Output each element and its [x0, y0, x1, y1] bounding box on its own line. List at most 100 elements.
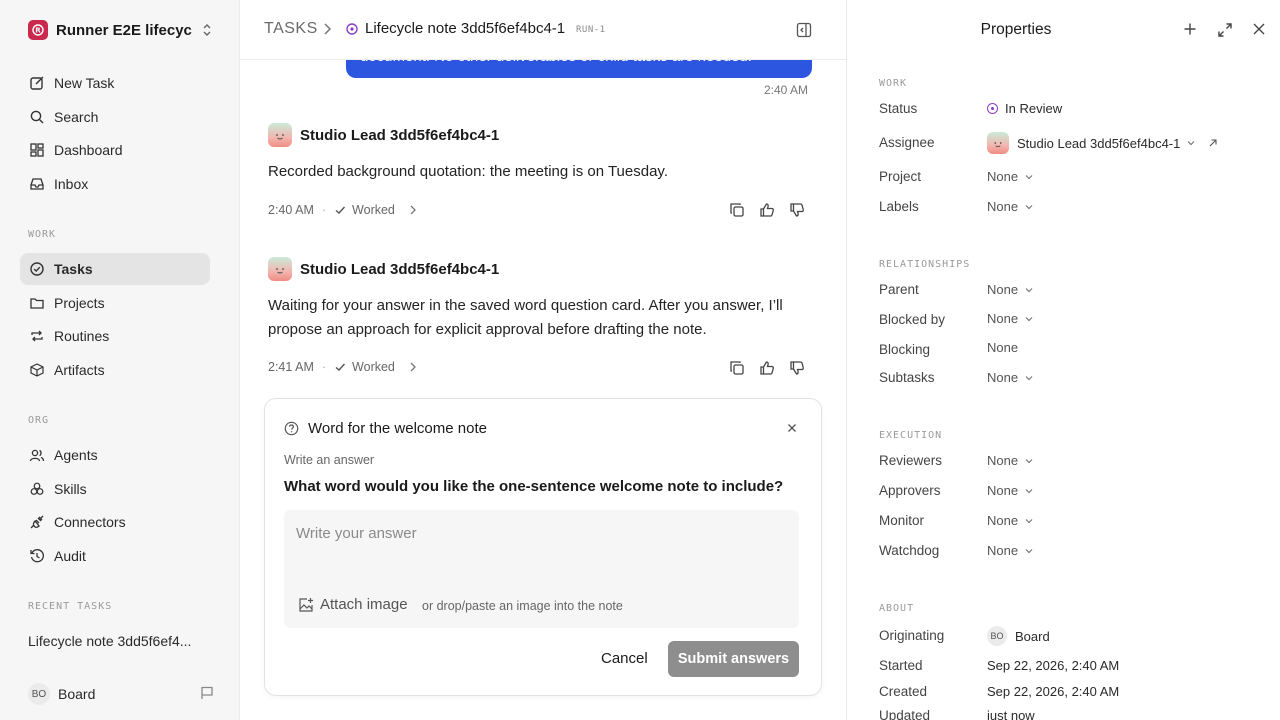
monitor-select[interactable]: None	[987, 513, 1034, 528]
sidebar-item-label: Projects	[54, 295, 105, 311]
message-actions	[728, 359, 806, 377]
close-icon[interactable]	[1252, 22, 1266, 36]
project-select[interactable]: None	[987, 169, 1034, 184]
watchdog-select[interactable]: None	[987, 543, 1034, 558]
thumbs-down-icon[interactable]	[788, 359, 806, 377]
blocked-by-label: Blocked by	[879, 312, 946, 327]
run-status[interactable]: Worked	[352, 360, 395, 374]
sidebar-item-agents[interactable]: Agents	[20, 439, 210, 471]
sidebar: R Runner E2E lifecycle New Task Search D…	[0, 0, 240, 720]
chevron-right-icon	[322, 22, 332, 36]
sidebar-item-label: Dashboard	[54, 142, 123, 158]
main-content: document. No other deliverables or child…	[240, 0, 846, 720]
flag-icon[interactable]	[200, 686, 214, 700]
status-value: In Review	[1005, 101, 1063, 116]
labels-select[interactable]: None	[987, 199, 1034, 214]
sidebar-item-routines[interactable]: Routines	[20, 320, 210, 352]
workspace-name: Runner E2E lifecycle	[56, 21, 192, 39]
sidebar-item-audit[interactable]: Audit	[20, 540, 210, 572]
author-name: Studio Lead 3dd5f6ef4bc4-1	[300, 260, 500, 278]
sidebar-item-dashboard[interactable]: Dashboard	[20, 134, 210, 166]
check-icon	[334, 204, 346, 216]
run-status[interactable]: Worked	[352, 203, 395, 217]
section-label-execution: EXECUTION	[879, 430, 943, 441]
reviewers-label: Reviewers	[879, 453, 943, 468]
sidebar-item-tasks[interactable]: Tasks	[20, 253, 210, 285]
parent-label: Parent	[879, 282, 919, 297]
sidebar-item-label: Agents	[54, 447, 98, 463]
attach-image-button[interactable]: Attach image	[298, 596, 408, 613]
reviewers-select[interactable]: None	[987, 453, 1034, 468]
folder-icon	[28, 294, 46, 312]
chevron-up-down-icon	[202, 23, 212, 37]
in-review-status-icon	[346, 23, 358, 35]
user-menu[interactable]: BO Board	[28, 682, 214, 706]
blocking-value: None	[987, 340, 1019, 355]
dashboard-icon	[28, 141, 46, 159]
section-label-recent: RECENT TASKS	[28, 601, 113, 612]
layers-icon	[28, 480, 46, 498]
run-badge: RUN-1	[576, 25, 606, 35]
question-card: Word for the welcome note Write an answe…	[264, 398, 822, 696]
status-select[interactable]: In Review	[987, 101, 1062, 116]
blocked-by-select[interactable]: None	[987, 311, 1034, 326]
plug-icon	[28, 513, 46, 531]
sidebar-item-artifacts[interactable]: Artifacts	[20, 354, 210, 386]
compose-icon	[28, 74, 46, 92]
monitor-label: Monitor	[879, 513, 925, 528]
answer-box: Attach image or drop/paste an image into…	[284, 510, 799, 628]
breadcrumb-tasks[interactable]: TASKS	[264, 20, 318, 38]
sidebar-item-connectors[interactable]: Connectors	[20, 506, 210, 538]
chevron-down-icon	[1024, 286, 1034, 294]
sidebar-item-new-task[interactable]: New Task	[20, 67, 210, 99]
properties-panel: Properties WORK Status In Review Assigne…	[846, 0, 1280, 720]
workspace-logo: R	[28, 20, 48, 40]
chevron-down-icon	[1024, 374, 1034, 382]
agent-avatar	[987, 132, 1009, 154]
chevron-down-icon	[1186, 139, 1196, 147]
image-plus-icon	[298, 597, 314, 613]
workspace-switcher[interactable]: R Runner E2E lifecycle	[28, 18, 212, 42]
sidebar-item-label: Inbox	[54, 176, 89, 192]
message-text: Waiting for your answer in the saved wor…	[268, 297, 783, 338]
attach-image-label: Attach image	[320, 596, 408, 613]
close-icon[interactable]	[787, 423, 797, 433]
agent-avatar	[268, 257, 292, 281]
plus-icon[interactable]	[1183, 22, 1197, 36]
chevron-right-icon[interactable]	[409, 362, 417, 372]
drop-hint: or drop/paste an image into the note	[422, 599, 623, 613]
copy-icon[interactable]	[728, 359, 746, 377]
sidebar-item-inbox[interactable]: Inbox	[20, 168, 210, 200]
sidebar-item-label: Skills	[54, 481, 87, 497]
in-review-status-icon	[987, 103, 998, 114]
chevron-down-icon	[1024, 487, 1034, 495]
approvers-select[interactable]: None	[987, 483, 1034, 498]
assignee-select[interactable]: Studio Lead 3dd5f6ef4bc4-1	[987, 132, 1218, 154]
avatar: BO	[987, 626, 1007, 646]
help-circle-icon	[284, 421, 299, 436]
subtasks-select[interactable]: None	[987, 370, 1034, 385]
cancel-button[interactable]: Cancel	[601, 650, 648, 667]
sidebar-item-search[interactable]: Search	[20, 101, 210, 133]
sidebar-item-projects[interactable]: Projects	[20, 287, 210, 319]
watchdog-label: Watchdog	[879, 543, 940, 558]
originating-value: BO Board	[987, 626, 1050, 646]
answer-input[interactable]	[296, 518, 786, 548]
submit-answers-button[interactable]: Submit answers	[668, 641, 799, 677]
copy-icon[interactable]	[728, 201, 746, 219]
thumbs-down-icon[interactable]	[788, 201, 806, 219]
open-link-icon[interactable]	[1208, 138, 1218, 148]
inbox-icon	[28, 175, 46, 193]
parent-select[interactable]: None	[987, 282, 1034, 297]
thumbs-up-icon[interactable]	[758, 359, 776, 377]
thumbs-up-icon[interactable]	[758, 201, 776, 219]
chevron-down-icon	[1024, 547, 1034, 555]
created-value: Sep 22, 2026, 2:40 AM	[987, 684, 1120, 699]
chevron-right-icon[interactable]	[409, 205, 417, 215]
check-icon	[334, 361, 346, 373]
sidebar-item-skills[interactable]: Skills	[20, 473, 210, 505]
message-time: 2:40 AM	[268, 203, 314, 217]
expand-icon[interactable]	[1217, 22, 1233, 38]
recent-task-item[interactable]: Lifecycle note 3dd5f6ef4...	[28, 633, 191, 649]
toggle-panel-icon[interactable]	[796, 22, 812, 38]
